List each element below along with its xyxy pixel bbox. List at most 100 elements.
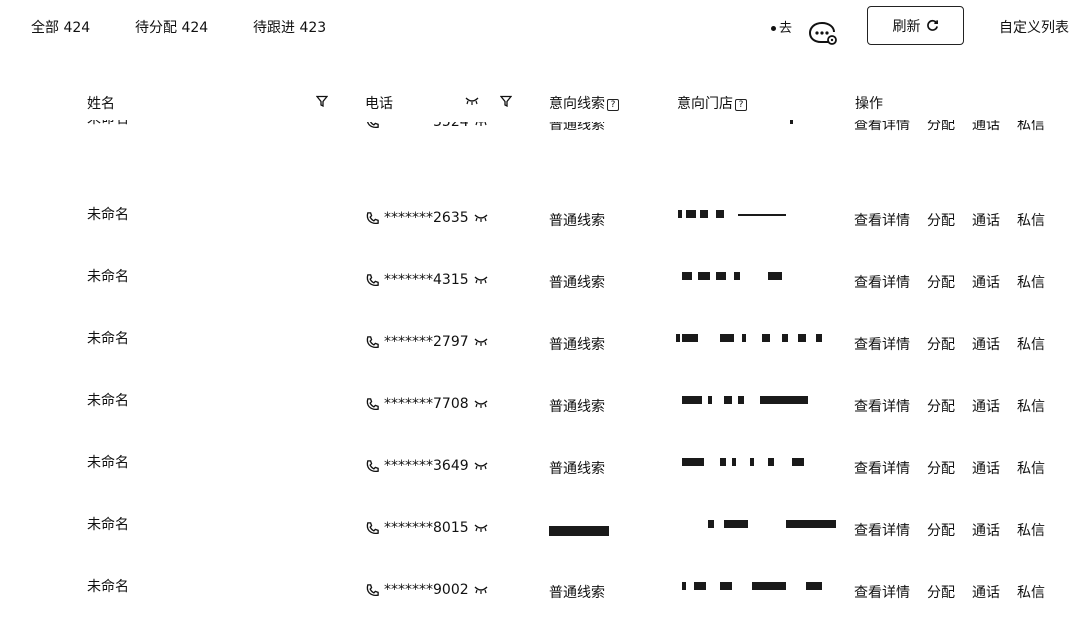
phone-icon[interactable] [365,120,380,130]
eye-closed-icon[interactable] [474,276,488,284]
store-redacted [672,330,832,348]
message-link[interactable]: 私信 [1017,272,1045,292]
row-actions: 查看详情 分配 通话 私信 [854,334,1062,354]
lead-intent: 普通线索 [549,275,605,291]
message-link[interactable]: 私信 [1017,520,1045,540]
phone-icon[interactable] [365,397,380,412]
view-detail-link[interactable]: 查看详情 [854,120,910,134]
eye-closed-icon[interactable] [474,400,488,408]
lead-phone: *******9002 [365,582,488,598]
intent-redacted [549,522,613,538]
store-redacted [672,454,832,472]
view-detail-link[interactable]: 查看详情 [854,334,910,354]
column-header-store: 意向门店? [677,93,747,113]
call-link[interactable]: 通话 [972,210,1000,230]
message-link[interactable]: 私信 [1017,334,1045,354]
phone-number: *******9002 [384,582,469,598]
lead-intent: 普通线索 [549,120,605,133]
call-link[interactable]: 通话 [972,272,1000,292]
view-detail-link[interactable]: 查看详情 [854,272,910,292]
table-row: 未命名 *******7708 普通线索 查看详情 分配 通话 私信 [0,388,1080,450]
lead-phone: *******2635 [365,210,488,226]
store-redacted [672,578,832,596]
phone-icon[interactable] [365,211,380,226]
eye-closed-icon[interactable] [474,120,488,126]
call-link[interactable]: 通话 [972,458,1000,478]
message-link[interactable]: 私信 [1017,458,1045,478]
column-header-name: 姓名 [87,96,115,112]
assign-link[interactable]: 分配 [927,334,955,354]
table-row: 未命名 *******3524 普通线索 查看详情 分配 通话 私信 [0,120,1080,168]
row-actions: 查看详情 分配 通话 私信 [854,582,1062,602]
message-link[interactable]: 私信 [1017,210,1045,230]
table-row: 未命名 *******4315 普通线索 查看详情 分配 通话 私信 [0,264,1080,326]
tab-pending[interactable]: 待跟进 423 [253,17,326,37]
row-actions: 查看详情 分配 通话 私信 [854,120,1062,134]
eye-closed-icon[interactable] [465,97,479,105]
lead-phone: *******4315 [365,272,488,288]
row-actions: 查看详情 分配 通话 私信 [854,396,1062,416]
lead-phone: *******8015 [365,520,488,536]
call-link[interactable]: 通话 [972,582,1000,602]
eye-closed-icon[interactable] [474,586,488,594]
row-actions: 查看详情 分配 通话 私信 [854,272,1062,292]
eye-closed-icon[interactable] [474,214,488,222]
phone-icon[interactable] [365,273,380,288]
assign-link[interactable]: 分配 [927,520,955,540]
phone-number: *******7708 [384,396,469,412]
table-row: 未命名 *******2797 普通线索 查看详情 分配 通话 私信 [0,326,1080,388]
assign-link[interactable]: 分配 [927,396,955,416]
table-row: 未命名 *******2635 普通线索 查看详情 分配 通话 私信 [0,202,1080,264]
refresh-icon [926,19,938,31]
filter-icon[interactable] [500,95,512,107]
tab-all[interactable]: 全部 424 [31,17,90,37]
phone-number: *******8015 [384,520,469,536]
refresh-button[interactable]: 刷新 [867,6,964,45]
message-link[interactable]: 私信 [1017,582,1045,602]
assign-link[interactable]: 分配 [927,210,955,230]
table-header: 姓名 电话 意向线索? 意向门店? 操作 [0,86,1080,120]
phone-icon[interactable] [365,521,380,536]
assign-link[interactable]: 分配 [927,458,955,478]
help-icon[interactable]: ? [607,99,619,111]
chat-assistant-icon[interactable] [808,20,838,46]
store-redacted [672,516,836,534]
call-link[interactable]: 通话 [972,520,1000,540]
table-row: 未命名 *******3649 普通线索 查看详情 分配 通话 私信 [0,450,1080,512]
view-detail-link[interactable]: 查看详情 [854,520,910,540]
custom-list-link[interactable]: 自定义列表 [999,17,1069,37]
message-link[interactable]: 私信 [1017,120,1045,134]
view-detail-link[interactable]: 查看详情 [854,210,910,230]
call-link[interactable]: 通话 [972,396,1000,416]
lead-intent: 普通线索 [549,213,605,229]
call-link[interactable]: 通话 [972,334,1000,354]
assign-link[interactable]: 分配 [927,120,955,134]
phone-icon[interactable] [365,459,380,474]
assign-link[interactable]: 分配 [927,582,955,602]
message-link[interactable]: 私信 [1017,396,1045,416]
table-row: 未命名 *******9002 普通线索 查看详情 分配 通话 私信 [0,574,1080,618]
eye-closed-icon[interactable] [474,524,488,532]
go-link[interactable]: 去 [771,17,792,36]
view-detail-link[interactable]: 查看详情 [854,582,910,602]
lead-name: 未命名 [87,331,129,347]
eye-closed-icon[interactable] [474,462,488,470]
lead-name: 未命名 [87,455,129,471]
view-detail-link[interactable]: 查看详情 [854,396,910,416]
phone-icon[interactable] [365,335,380,350]
lead-intent: 普通线索 [549,461,605,477]
view-detail-link[interactable]: 查看详情 [854,458,910,478]
phone-number: *******2635 [384,210,469,226]
eye-closed-icon[interactable] [474,338,488,346]
filter-icon[interactable] [316,95,328,107]
assign-link[interactable]: 分配 [927,272,955,292]
lead-phone: *******3524 [365,120,488,130]
row-actions: 查看详情 分配 通话 私信 [854,520,1062,540]
phone-icon[interactable] [365,583,380,598]
tab-unassigned[interactable]: 待分配 424 [135,17,208,37]
column-header-phone: 电话 [365,96,393,112]
lead-name: 未命名 [87,393,129,409]
phone-number: *******3649 [384,458,469,474]
help-icon[interactable]: ? [735,99,747,111]
call-link[interactable]: 通话 [972,120,1000,134]
